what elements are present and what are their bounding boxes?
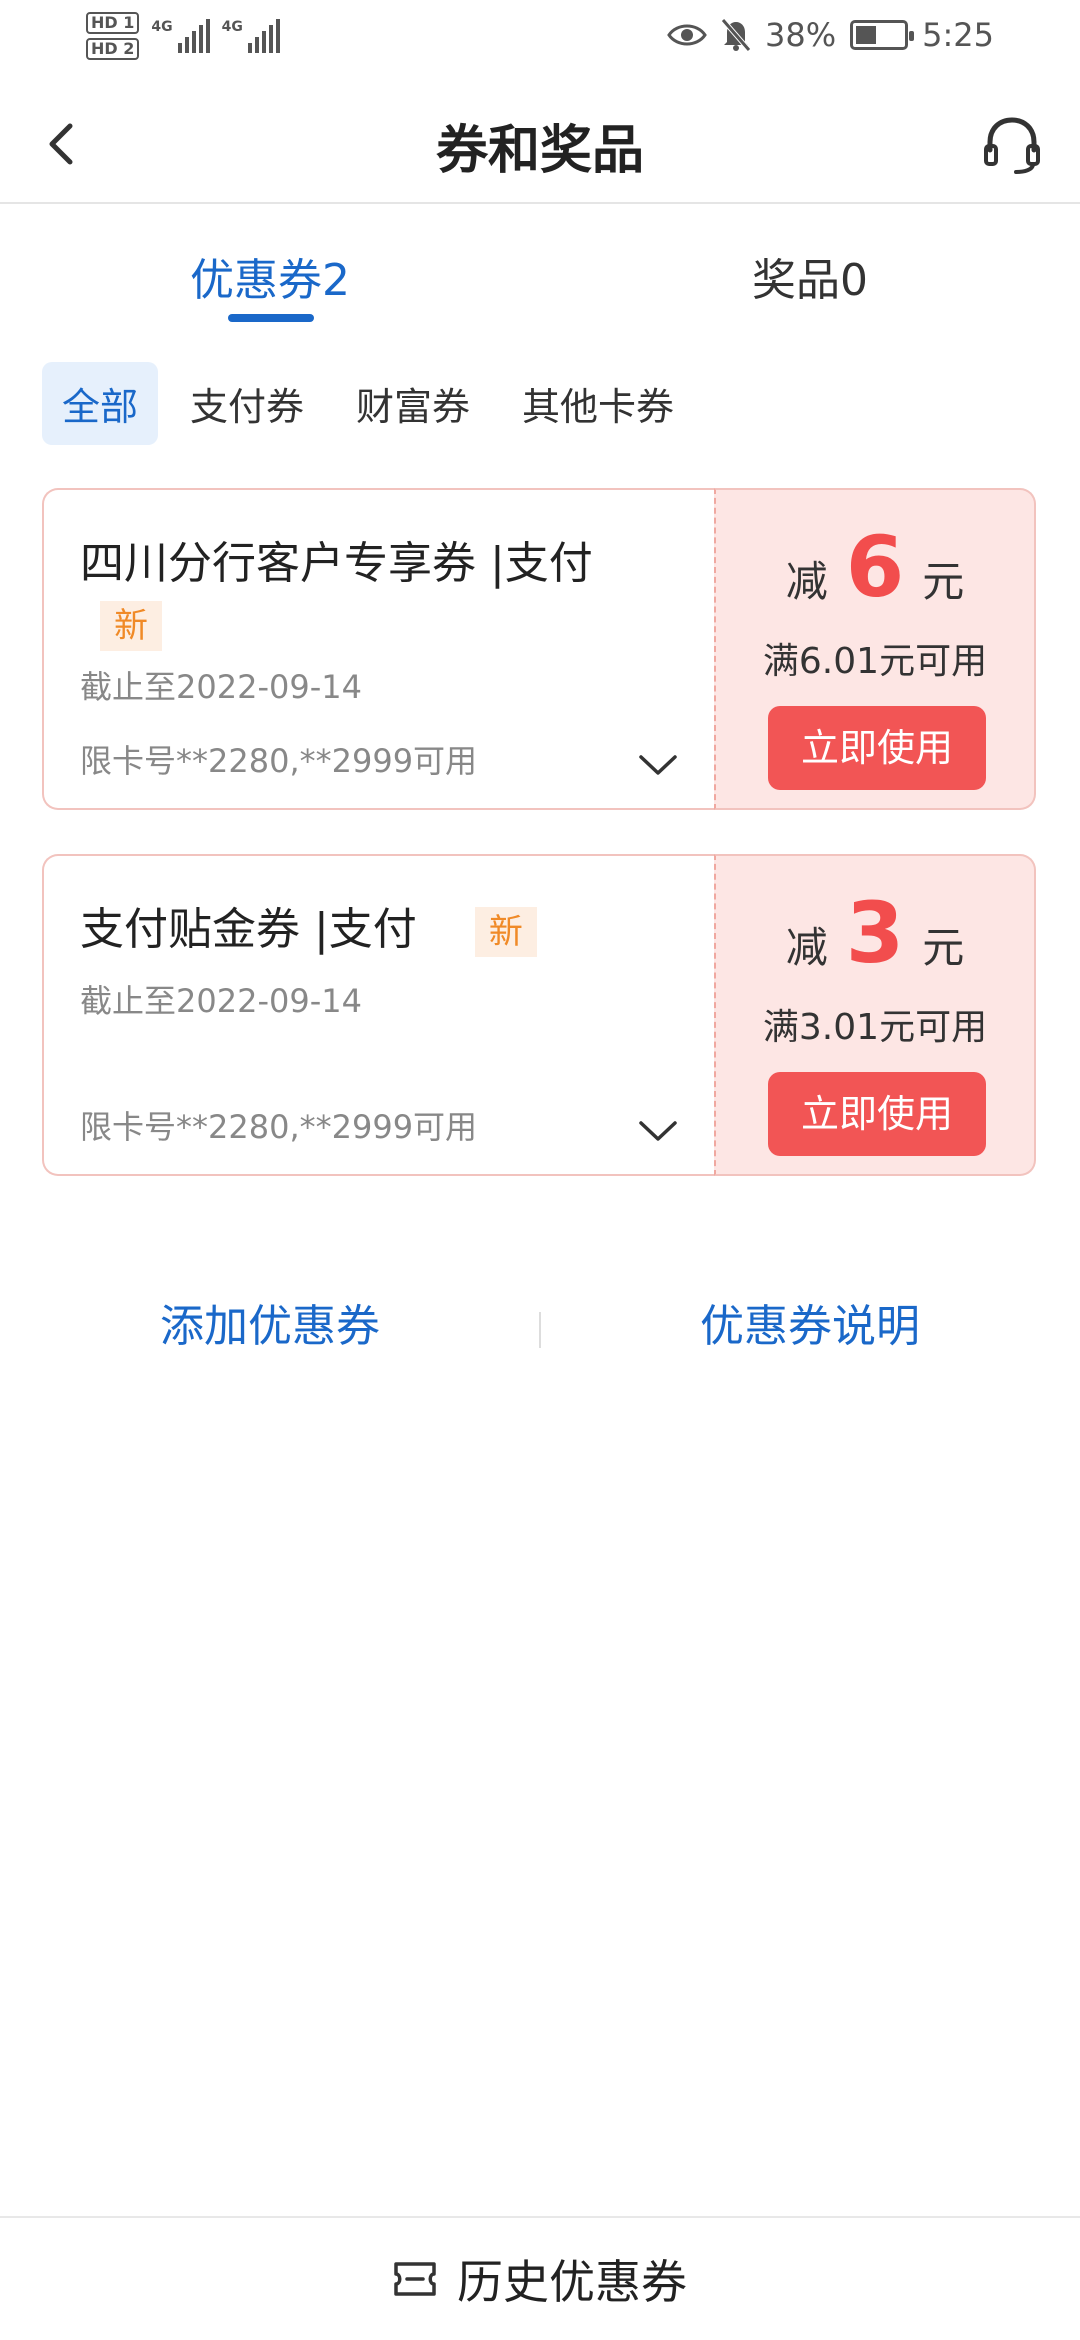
filter-all[interactable]: 全部 — [42, 362, 159, 445]
battery-icon — [850, 20, 915, 50]
status-bar: HD 1 HD 2 4G 4G 38% 5:25 — [0, 0, 1080, 86]
ticket-icon — [394, 2262, 436, 2296]
coupon-title: 四川分行客户专享券 |支付 — [80, 538, 593, 589]
coupon-expiry: 截止至2022-09-14 — [80, 668, 362, 706]
coupon-amount: 3 — [845, 884, 905, 982]
signal-icon-1: 4G — [151, 19, 210, 53]
history-coupons-button[interactable]: 历史优惠券 — [0, 2216, 1080, 2340]
tab-coupons[interactable]: 优惠券2 — [0, 244, 540, 308]
add-coupon-link[interactable]: 添加优惠券 — [0, 1290, 540, 1354]
mute-bell-icon — [721, 18, 751, 52]
coupon-info[interactable]: 支付贴金券 |支付 新 截止至2022-09-14 限卡号**2280,**29… — [42, 854, 714, 1176]
coupon-title: 支付贴金券 |支付 — [80, 904, 417, 955]
new-badge: 新 — [474, 907, 537, 957]
coupon-condition: 满3.01元可用 — [762, 1007, 988, 1048]
tab-active-indicator — [228, 314, 314, 322]
signal-icon-2: 4G — [222, 19, 280, 53]
page-title: 券和奖品 — [435, 121, 644, 181]
filter-other-cards[interactable]: 其他卡券 — [502, 362, 694, 445]
reduce-label: 减 — [785, 557, 828, 606]
coupon-condition: 满6.01元可用 — [762, 641, 988, 682]
clock: 5:25 — [922, 16, 994, 54]
hd1-indicator: HD 1 — [86, 12, 140, 34]
status-left: HD 1 HD 2 4G 4G — [86, 12, 280, 60]
coupon-value-panel: 减 3 元 满3.01元可用 立即使用 — [714, 854, 1036, 1176]
chevron-down-icon[interactable] — [638, 1118, 678, 1144]
tab-bar: 优惠券2 奖品0 — [0, 204, 1080, 334]
filter-payment[interactable]: 支付券 — [170, 362, 324, 445]
coupon-card-limit: 限卡号**2280,**2999可用 — [80, 1108, 478, 1146]
use-now-button[interactable]: 立即使用 — [768, 706, 986, 790]
coupon-card-limit: 限卡号**2280,**2999可用 — [80, 742, 478, 780]
status-right: 38% 5:25 — [667, 16, 994, 54]
eye-icon — [667, 24, 707, 46]
reduce-label: 减 — [785, 923, 828, 972]
use-now-button[interactable]: 立即使用 — [768, 1072, 986, 1156]
filter-wealth[interactable]: 财富券 — [336, 362, 490, 445]
coupon-value-panel: 减 6 元 满6.01元可用 立即使用 — [714, 488, 1036, 810]
currency-unit: 元 — [922, 923, 965, 972]
history-coupons-label: 历史优惠券 — [457, 2255, 687, 2309]
filter-chips: 全部 支付券 财富券 其他卡券 — [42, 362, 694, 445]
battery-percent: 38% — [765, 16, 837, 54]
coupon-explanation-link[interactable]: 优惠券说明 — [540, 1290, 1080, 1354]
headset-icon[interactable] — [980, 114, 1044, 174]
coupon-card: 支付贴金券 |支付 新 截止至2022-09-14 限卡号**2280,**29… — [42, 854, 1036, 1176]
chevron-down-icon[interactable] — [638, 752, 678, 778]
coupon-expiry: 截止至2022-09-14 — [80, 982, 362, 1020]
coupon-links: 添加优惠券 优惠券说明 — [0, 1290, 1080, 1370]
coupon-info[interactable]: 四川分行客户专享券 |支付 新 截止至2022-09-14 限卡号**2280,… — [42, 488, 714, 810]
coupon-card: 四川分行客户专享券 |支付 新 截止至2022-09-14 限卡号**2280,… — [42, 488, 1036, 810]
nav-header: 券和奖品 — [0, 86, 1080, 204]
hd2-indicator: HD 2 — [86, 38, 140, 60]
currency-unit: 元 — [922, 557, 965, 606]
new-badge: 新 — [100, 601, 162, 651]
tab-prizes[interactable]: 奖品0 — [540, 244, 1080, 308]
coupon-amount: 6 — [845, 518, 905, 616]
